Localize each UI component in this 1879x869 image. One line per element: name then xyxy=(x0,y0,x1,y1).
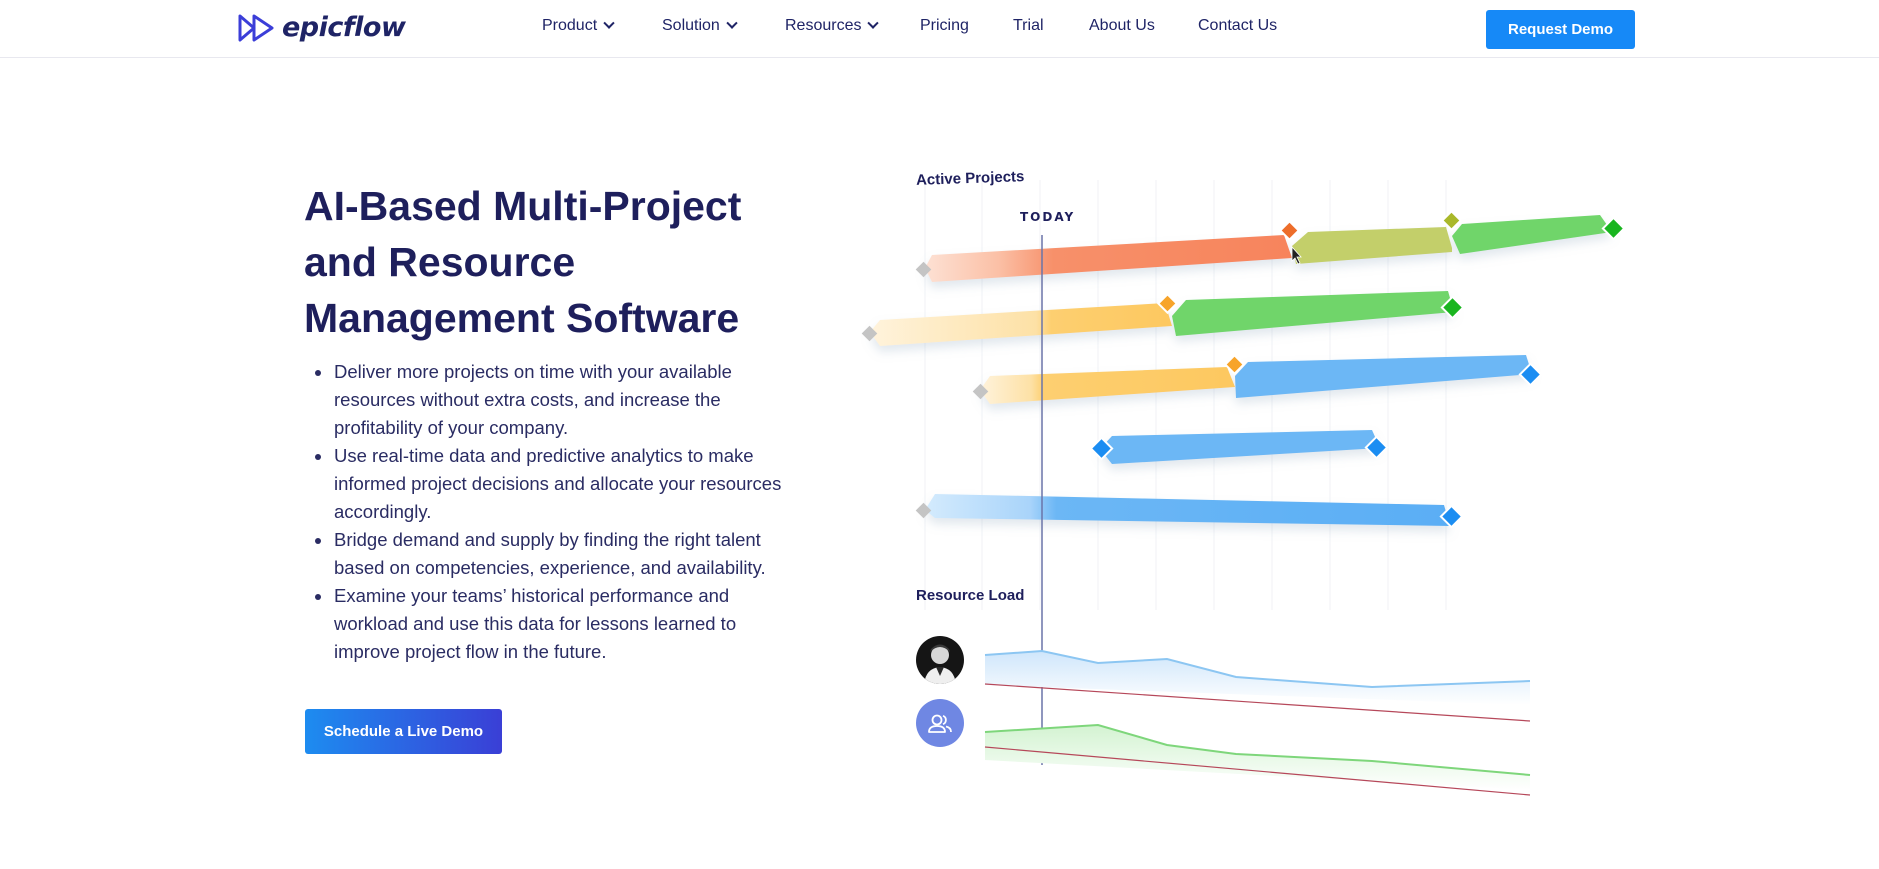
hero-title-line: AI-Based Multi-Project xyxy=(304,183,742,229)
feature-text-line: profitability of your company. xyxy=(334,417,569,438)
nav-solution[interactable]: Solution xyxy=(662,17,738,35)
feature-list: Deliver more projects on time with your … xyxy=(304,358,824,666)
gantt-illustration xyxy=(861,180,1626,796)
epicflow-logo[interactable]: epicflow xyxy=(238,12,406,43)
nav-about-us[interactable]: About Us xyxy=(1089,17,1155,35)
feature-text-line: accordingly. xyxy=(334,501,432,522)
hero-title: AI-Based Multi-Project and Resource Mana… xyxy=(304,178,864,346)
feature-item: Use real-time data and predictive analyt… xyxy=(304,442,824,526)
chevron-down-icon xyxy=(867,17,880,29)
chevron-down-icon xyxy=(603,17,615,29)
team-icon xyxy=(928,714,952,733)
logo-play-icon xyxy=(238,14,274,41)
today-label: TODAY xyxy=(1020,210,1076,224)
nav-pricing[interactable]: Pricing xyxy=(920,17,969,35)
product-illustration: Active Projects TODAY Resource Load xyxy=(860,140,1640,810)
feature-text-line: improve project flow in the future. xyxy=(334,641,607,662)
feature-item: Bridge demand and supply by finding the … xyxy=(304,526,824,582)
nav-solution-label: Solution xyxy=(662,17,720,34)
nav-trial-label: Trial xyxy=(1013,17,1044,34)
nav-trial[interactable]: Trial xyxy=(1013,17,1044,35)
feature-text-line: based on competencies, experience, and a… xyxy=(334,557,766,578)
request-demo-button[interactable]: Request Demo xyxy=(1486,10,1635,49)
feature-item: Deliver more projects on time with your … xyxy=(304,358,824,442)
nav-contact-us[interactable]: Contact Us xyxy=(1198,17,1277,35)
nav-resources[interactable]: Resources xyxy=(785,17,880,35)
feature-item: Examine your teams’ historical performan… xyxy=(304,582,824,666)
brand-name: epicflow xyxy=(282,12,406,43)
team-avatar xyxy=(916,699,964,747)
schedule-demo-button[interactable]: Schedule a Live Demo xyxy=(305,709,502,754)
nav-resources-label: Resources xyxy=(785,17,862,34)
feature-text-line: workload and use this data for lessons l… xyxy=(334,613,737,634)
feature-text-line: informed project decisions and allocate … xyxy=(334,473,782,494)
feature-text-line: Deliver more projects on time with your … xyxy=(334,361,732,382)
nav-product[interactable]: Product xyxy=(542,17,615,35)
hero-title-line: and Resource xyxy=(304,239,576,285)
site-header: epicflow Product Solution Resources Pric… xyxy=(0,0,1879,58)
nav-about-us-label: About Us xyxy=(1089,17,1155,34)
feature-text-line: Use real-time data and predictive analyt… xyxy=(334,445,754,466)
chevron-down-icon xyxy=(726,17,738,29)
nav-product-label: Product xyxy=(542,17,598,34)
resource-load-label: Resource Load xyxy=(916,587,1025,604)
person-photo-icon xyxy=(924,644,956,684)
feature-text-line: resources without extra costs, and incre… xyxy=(334,389,721,410)
user-avatar xyxy=(916,636,964,684)
nav-pricing-label: Pricing xyxy=(920,17,969,34)
nav-contact-us-label: Contact Us xyxy=(1198,17,1278,34)
feature-text-line: Examine your teams’ historical performan… xyxy=(334,585,730,606)
hero-title-line: Management Software xyxy=(304,295,740,341)
feature-text-line: Bridge demand and supply by finding the … xyxy=(334,529,761,550)
